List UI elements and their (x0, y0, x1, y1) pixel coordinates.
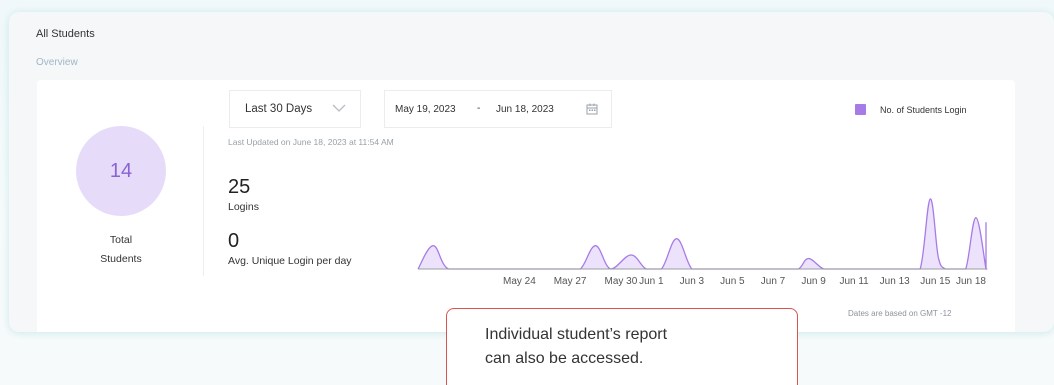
series-line (417, 198, 988, 270)
date-range-select-value: Last 30 Days (245, 103, 313, 115)
chart-legend: No. of Students Login (855, 104, 967, 115)
total-students-value: 14 (109, 159, 133, 182)
tab-overview[interactable]: Overview (36, 57, 78, 68)
total-label-line1: Total (109, 234, 133, 246)
divider (203, 126, 204, 276)
x-tick-label: Jun 5 (720, 276, 745, 287)
x-tick-label: Jun 11 (839, 276, 869, 287)
logins-label: Logins (228, 201, 259, 213)
total-students-badge: 14 (76, 126, 166, 216)
info-callout: Individual student’s report can also be … (446, 308, 798, 385)
date-range-picker[interactable]: May 19, 2023 - Jun 18, 2023 (384, 90, 612, 128)
x-tick-label: May 27 (554, 276, 587, 287)
x-tick-label: Jun 1 (639, 276, 664, 287)
date-range-select[interactable]: Last 30 Days (229, 90, 361, 128)
x-tick-label: Jun 3 (680, 276, 705, 287)
x-axis-ticks: May 24 May 27 May 30 Jun 1 Jun 3 Jun 5 Jun 7 Ju… (503, 276, 986, 287)
start-date: May 19, 2023 (395, 104, 456, 115)
logins-area-chart: May 24 May 27 May 30 Jun 1 Jun 3 Jun 5 Jun 7 Ju… (417, 198, 988, 287)
x-tick-label: Jun 13 (880, 276, 910, 287)
date-separator: - (477, 103, 481, 114)
total-label-line2: Students (100, 253, 142, 265)
x-tick-label: May 24 (503, 276, 536, 287)
x-tick-label: Jun 9 (801, 276, 826, 287)
avg-login-label: Avg. Unique Login per day (228, 255, 352, 267)
callout-line-1: Individual student’s report (485, 326, 668, 343)
chevron-down-icon (332, 103, 346, 116)
end-date: Jun 18, 2023 (496, 104, 554, 115)
page-title: All Students (36, 28, 95, 40)
timezone-note: Dates are based on GMT -12 (848, 309, 952, 318)
legend-swatch (855, 104, 866, 115)
avg-login-value: 0 (228, 230, 240, 252)
logins-count: 25 (228, 176, 251, 198)
total-students-label: Total Students (76, 231, 166, 269)
legend-label: No. of Students Login (880, 104, 967, 115)
x-tick-label: Jun 15 (920, 276, 950, 287)
x-tick-label: May 30 (605, 276, 638, 287)
last-updated-text: Last Updated on June 18, 2023 at 11:54 A… (228, 137, 394, 147)
callout-line-2: can also be accessed. (485, 350, 644, 367)
x-tick-label: Jun 7 (761, 276, 786, 287)
x-tick-label: Jun 18 (956, 276, 986, 287)
area-fill (418, 198, 987, 269)
calendar-icon[interactable] (586, 103, 598, 118)
